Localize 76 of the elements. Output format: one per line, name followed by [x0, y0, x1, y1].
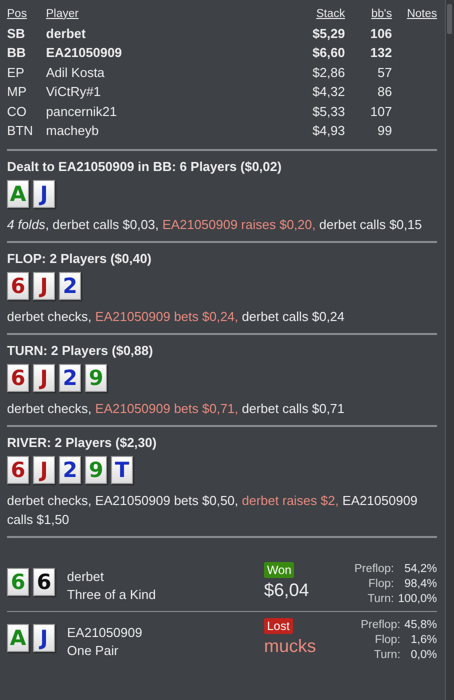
street-title: FLOP: 2 Players ($0,40): [7, 250, 153, 266]
equity-value: 1,6%: [410, 632, 437, 648]
equity-label: Turn:: [366, 592, 394, 606]
equity-value: 54,2%: [403, 562, 437, 576]
equity-label: Flop:: [374, 632, 400, 648]
street-title: TURN: 2 Players ($0,88): [7, 342, 154, 358]
playing-card: J: [33, 456, 55, 484]
result-badge: Won: [264, 562, 294, 578]
equity-value: 0,0%: [410, 648, 437, 662]
stack-cell-text: $5,33: [311, 104, 345, 119]
equity-value: 100,0%: [398, 592, 437, 606]
hand-name: Three of a Kind: [67, 586, 157, 604]
column-header[interactable]: bb's: [345, 8, 392, 20]
stack-cell-text: $6,60: [311, 45, 345, 60]
playing-card: J: [33, 180, 55, 208]
playing-card: 2: [59, 364, 81, 392]
column-header[interactable]: Notes: [392, 8, 437, 20]
bb-cell-text: 106: [369, 26, 392, 41]
result-amount: mucks: [264, 636, 316, 656]
bb-cell-text: 107: [369, 104, 392, 119]
bb-cell-text: 132: [369, 45, 392, 60]
stack-cell-text: $4,32: [311, 84, 345, 100]
player-cell-text: pancernik21: [46, 104, 118, 119]
stack-cell-text: $4,93: [311, 123, 345, 138]
stack-cell-text: $2,86: [311, 64, 345, 80]
result-badge: Lost: [264, 618, 293, 634]
result-amount: $6,04: [264, 580, 310, 600]
position-cell-text: CO: [7, 104, 28, 119]
playing-card: 9: [85, 364, 107, 392]
street-title: RIVER: 2 Players ($2,30): [7, 434, 158, 450]
playing-card: A: [7, 180, 29, 208]
playing-card: T: [111, 456, 133, 484]
playing-card: 2: [59, 456, 81, 484]
equity-label: Preflop:: [354, 562, 394, 576]
player-cell-text: EA21050909: [46, 45, 123, 60]
playing-card: 6: [7, 456, 29, 484]
column-header[interactable]: Stack: [265, 8, 345, 20]
bb-cell-text: 57: [376, 64, 392, 80]
position-cell-text: BB: [7, 45, 27, 60]
player-name: EA21050909: [67, 624, 144, 642]
bb-cell-text: 86: [376, 84, 392, 100]
equity-value: 98,4%: [403, 576, 437, 592]
playing-card: 9: [85, 456, 107, 484]
player-cell-text: ViCtRy#1: [46, 84, 102, 100]
column-header[interactable]: Player: [46, 8, 265, 20]
player-cell-text: macheyb: [46, 123, 100, 138]
hand-name: One Pair: [67, 642, 120, 660]
playing-card: 2: [59, 272, 81, 300]
equity-label: Turn:: [372, 648, 400, 662]
action-line: 4 folds, derbet calls $0,03, EA21050909 raises $0,20, derbet calls $0,15: [7, 216, 423, 234]
equity-value: 45,8%: [404, 618, 437, 632]
equity-label: Flop:: [367, 576, 394, 592]
playing-card: J: [33, 364, 55, 392]
equity-label: Preflop:: [360, 618, 400, 632]
playing-card: 6: [7, 272, 29, 300]
position-cell-text: BTN: [7, 123, 34, 138]
position-cell-text: SB: [7, 26, 26, 41]
playing-card: J: [33, 624, 55, 652]
action-line: derbet checks, EA21050909 bets $0,71, derbet calls $0,71: [7, 400, 346, 418]
playing-card: A: [7, 624, 29, 652]
playing-card: J: [33, 272, 55, 300]
player-name: derbet: [67, 568, 105, 586]
playing-card: 6: [7, 568, 29, 596]
player-cell-text: Adil Kosta: [46, 64, 106, 80]
position-cell-text: EP: [7, 64, 26, 80]
column-header[interactable]: Pos: [7, 8, 46, 20]
action-line: derbet checks, EA21050909 bets $0,24, derbet calls $0,24: [7, 308, 346, 326]
player-cell-text: derbet: [46, 26, 87, 41]
playing-card: 6: [7, 364, 29, 392]
stack-cell-text: $5,29: [311, 26, 345, 41]
scrollbar[interactable]: [445, 0, 454, 700]
bb-cell-text: 99: [376, 123, 392, 138]
position-cell-text: MP: [7, 84, 28, 100]
action-line: derbet checks, EA21050909 bets $0,50, derbet raises $2, EA21050909 calls $1,50: [7, 492, 419, 528]
street-title: Dealt to EA21050909 in BB: 6 Players ($0,02): [7, 158, 283, 174]
playing-card: 6: [33, 568, 55, 596]
